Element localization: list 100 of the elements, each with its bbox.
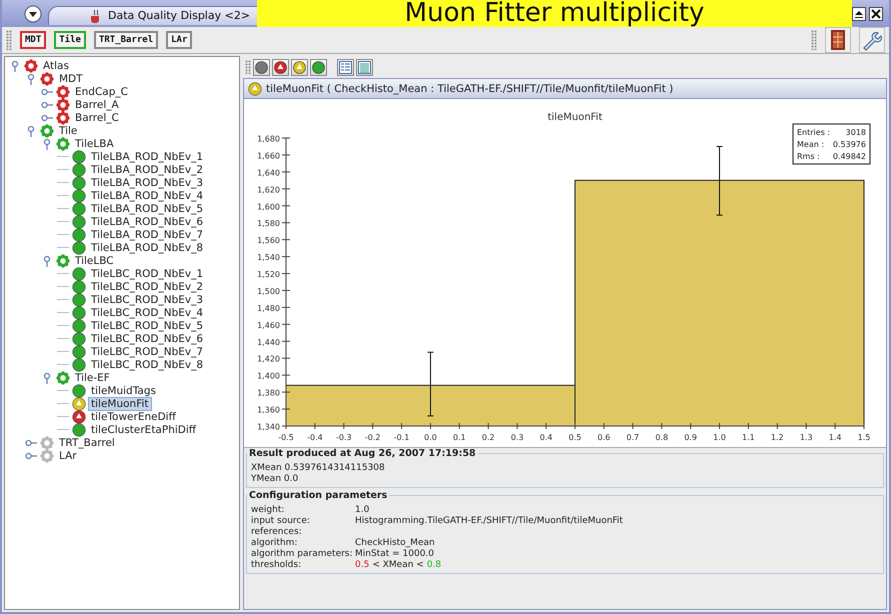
tree-item[interactable]: TileLBC_ROD_NbEv_8 [89,358,206,370]
toolbar-grip[interactable] [245,60,251,74]
tree-item[interactable]: TileLBA_ROD_NbEv_2 [89,164,206,176]
tree-item[interactable]: TileLBC [73,254,116,266]
toolbar-grip[interactable] [6,30,12,50]
collapse-handle-icon[interactable] [41,138,53,150]
x-tick-label: 1.3 [800,433,813,442]
tree-item[interactable]: Atlas [41,60,71,72]
y-tick-label: 1,360 [257,406,280,415]
parameter-value: MinStat = 1000.0 [355,549,434,560]
y-tick-label: 1,340 [257,422,280,432]
x-tick-label: 1.5 [858,433,870,442]
tree-item[interactable]: TileLBA_ROD_NbEv_4 [89,190,206,202]
tree-item[interactable]: TileLBC_ROD_NbEv_6 [89,332,206,344]
window-title: Data Quality Display <2> [108,9,250,22]
system-button[interactable]: TRT_Barrel [94,31,158,49]
x-tick-label: 0.7 [626,433,640,442]
x-tick-label: -0.2 [364,433,380,442]
tree-item[interactable]: tileMuidTags [89,384,158,396]
y-tick-label: 1,580 [257,219,280,228]
collapse-handle-icon[interactable] [41,372,53,384]
threshold-high: 0.8 [426,560,442,571]
y-tick-label: 1,640 [257,168,280,178]
java-cup-icon [89,8,102,22]
tree-item[interactable]: TileLBC_ROD_NbEv_2 [89,280,206,292]
parameter-label: algorithm parameters: [251,549,354,560]
system-button[interactable]: LAr [166,31,192,49]
table-view-button[interactable] [356,58,373,76]
tree-item[interactable]: TileLBA_ROD_NbEv_7 [89,228,206,240]
menu-icon[interactable] [24,4,42,22]
x-tick-label: 1.0 [713,433,726,442]
parameter-label: thresholds: [251,560,302,571]
maximize-icon[interactable] [852,6,866,20]
stats-label: Mean : [797,140,824,149]
tree-item[interactable]: TileLBC_ROD_NbEv_4 [89,306,206,318]
stats-value: 3018 [846,128,866,137]
x-tick-label: 0.2 [482,433,495,442]
tree-item[interactable]: TRT_Barrel [57,436,117,448]
y-tick-label: 1,600 [257,202,280,212]
door-icon[interactable] [825,27,851,53]
stats-label: Rms : [797,152,820,161]
y-tick-label: 1,400 [257,372,280,381]
chart-title: tileMuonFit [548,112,602,123]
error-bar [716,146,723,216]
y-tick-label: 1,380 [257,388,280,398]
filter-button[interactable] [291,58,308,76]
tree-item[interactable]: MDT [57,72,85,84]
stats-value: 0.53976 [832,140,866,149]
x-tick-label: 0.5 [568,433,582,442]
y-tick-label: 1,480 [257,304,280,313]
close-icon[interactable] [869,6,883,20]
threshold-low: 0.5 [355,560,370,571]
x-tick-label: -0.3 [336,433,352,442]
x-tick-label: 1.4 [828,433,842,442]
y-tick-label: 1,660 [257,151,280,160]
tree-item[interactable]: tileClusterEtaPhiDiff [89,424,198,436]
tree-item[interactable]: tileTowerEneDiff [89,410,178,422]
tree-item[interactable]: tileMuonFit [89,398,151,410]
tree-item[interactable]: Barrel_C [73,112,121,124]
tree-item[interactable]: TileLBC_ROD_NbEv_7 [89,346,206,358]
threshold-expression: < XMean < [372,560,424,571]
filter-button[interactable] [272,58,289,76]
system-button[interactable]: MDT [20,31,46,49]
list-view-button[interactable] [337,58,354,76]
tree-item[interactable]: Tile [57,124,80,136]
tree-item[interactable]: EndCap_C [73,86,130,98]
filter-button[interactable] [310,58,327,76]
x-tick-label: 1.1 [742,433,755,442]
x-tick-label: 0.3 [510,433,524,442]
tree-item[interactable]: TileLBA [73,138,116,150]
tree-item[interactable]: TileLBA_ROD_NbEv_3 [89,176,206,188]
collapse-handle-icon[interactable] [9,60,21,72]
tree-item[interactable]: TileLBA_ROD_NbEv_6 [89,216,206,228]
tree-item[interactable]: Tile-EF [73,372,112,384]
tree-item[interactable]: TileLBC_ROD_NbEv_5 [89,320,206,332]
x-tick-label: 0.4 [540,433,552,442]
y-tick-label: 1,560 [257,236,280,246]
tree-item[interactable]: TileLBC_ROD_NbEv_1 [89,268,206,280]
wrench-icon[interactable] [859,27,885,53]
toolbar-grip[interactable] [811,30,817,50]
x-tick-label: 0.6 [598,433,610,442]
y-tick-label: 1,680 [257,134,280,144]
collapse-handle-icon[interactable] [41,254,53,266]
section-title: Result produced at Aug 26, 2007 17:19:58 [248,448,477,459]
x-tick-label: 0.0 [424,433,437,442]
tree-item[interactable]: TileLBA_ROD_NbEv_1 [89,150,206,162]
tree-item[interactable]: LAr [57,450,79,462]
collapse-handle-icon[interactable] [25,72,37,84]
tree-item[interactable]: TileLBC_ROD_NbEv_3 [89,294,206,306]
filter-button[interactable] [253,58,270,76]
y-tick-label: 1,540 [257,253,280,262]
y-tick-label: 1,520 [257,270,280,280]
x-tick-label: 0.9 [684,433,697,442]
parameter-label: weight: [251,505,286,516]
tree-item[interactable]: TileLBA_ROD_NbEv_5 [89,202,206,214]
tree-item[interactable]: Barrel_A [73,98,121,110]
y-tick-label: 1,440 [257,338,280,347]
tree-item[interactable]: TileLBA_ROD_NbEv_8 [89,242,206,254]
system-button[interactable]: Tile [54,31,86,49]
collapse-handle-icon[interactable] [25,124,37,136]
